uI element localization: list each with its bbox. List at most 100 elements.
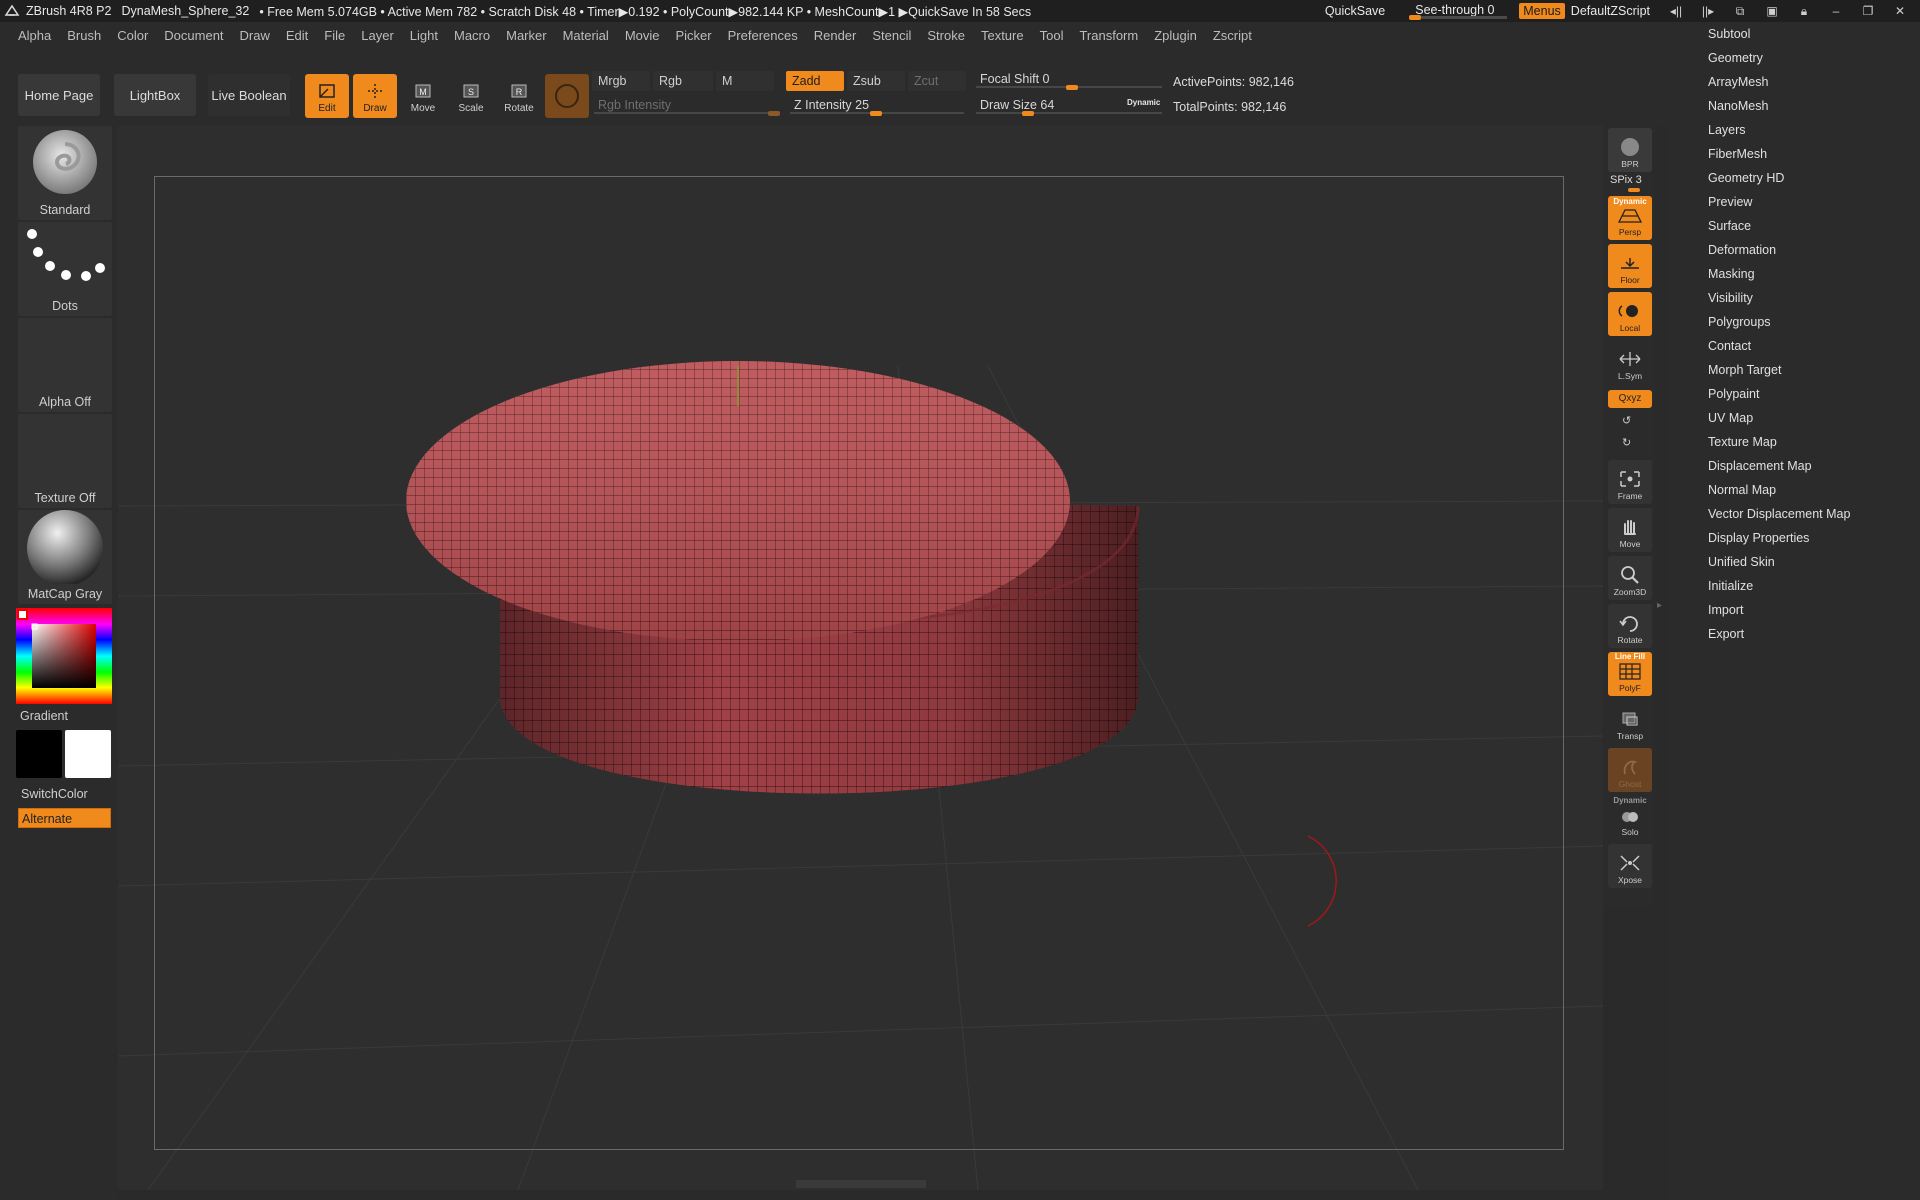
tray-unified-skin[interactable]: Unified Skin bbox=[1668, 550, 1920, 574]
tray-subtool[interactable]: Subtool bbox=[1668, 22, 1920, 46]
ui-layout-icon[interactable]: ▣ bbox=[1760, 3, 1784, 19]
menu-render[interactable]: Render bbox=[806, 28, 865, 43]
tray-geometry-hd[interactable]: Geometry HD bbox=[1668, 166, 1920, 190]
secondary-color-swatch[interactable] bbox=[65, 730, 111, 778]
tray-surface[interactable]: Surface bbox=[1668, 214, 1920, 238]
tray-export[interactable]: Export bbox=[1668, 622, 1920, 646]
persp-button[interactable]: Dynamic Persp bbox=[1608, 196, 1652, 240]
tray-contact[interactable]: Contact bbox=[1668, 334, 1920, 358]
quicksave-button[interactable]: QuickSave bbox=[1325, 4, 1385, 18]
texture-selector[interactable]: Texture Off bbox=[18, 414, 112, 508]
lightbox-button[interactable]: LightBox bbox=[114, 74, 196, 116]
layout-icon[interactable]: ⧉ bbox=[1728, 3, 1752, 19]
spix-knob[interactable] bbox=[1628, 188, 1640, 192]
lock-icon[interactable]: 🔒︎ bbox=[1792, 3, 1816, 19]
menu-light[interactable]: Light bbox=[402, 28, 446, 43]
document-canvas[interactable] bbox=[118, 126, 1603, 1190]
tray-initialize[interactable]: Initialize bbox=[1668, 574, 1920, 598]
move-mode-button[interactable]: M Move bbox=[401, 74, 445, 118]
tray-geometry[interactable]: Geometry bbox=[1668, 46, 1920, 70]
bottom-shelf-handle[interactable] bbox=[796, 1180, 926, 1188]
tray-nanomesh[interactable]: NanoMesh bbox=[1668, 94, 1920, 118]
home-page-button[interactable]: Home Page bbox=[18, 74, 100, 116]
close-icon[interactable]: ✕ bbox=[1888, 3, 1912, 19]
shrink-tray-icon[interactable]: ◂|| bbox=[1664, 3, 1688, 19]
rotate-z-icon[interactable]: ↻ bbox=[1622, 436, 1631, 449]
transp-button[interactable]: Transp bbox=[1608, 700, 1652, 744]
menu-marker[interactable]: Marker bbox=[498, 28, 554, 43]
local-button[interactable]: Local bbox=[1608, 292, 1652, 336]
default-zscript-button[interactable]: DefaultZScript bbox=[1571, 4, 1650, 18]
zsub-button[interactable]: Zsub bbox=[847, 71, 905, 91]
rotate-view-button[interactable]: Rotate bbox=[1608, 604, 1652, 648]
z-intensity-slider[interactable]: Z Intensity 25 bbox=[788, 96, 966, 116]
tray-display-properties[interactable]: Display Properties bbox=[1668, 526, 1920, 550]
menu-tool[interactable]: Tool bbox=[1032, 28, 1072, 43]
expand-tray-icon[interactable]: ||▸ bbox=[1696, 3, 1720, 19]
menu-stroke[interactable]: Stroke bbox=[919, 28, 973, 43]
floor-button[interactable]: Floor bbox=[1608, 244, 1652, 288]
menu-file[interactable]: File bbox=[316, 28, 353, 43]
tray-deformation[interactable]: Deformation bbox=[1668, 238, 1920, 262]
menu-macro[interactable]: Macro bbox=[446, 28, 498, 43]
menu-stencil[interactable]: Stencil bbox=[864, 28, 919, 43]
menu-document[interactable]: Document bbox=[156, 28, 231, 43]
xyz-button[interactable]: Qxyz bbox=[1608, 390, 1652, 408]
m-button[interactable]: M bbox=[716, 71, 774, 91]
restore-icon[interactable]: ❐ bbox=[1856, 3, 1880, 19]
menu-movie[interactable]: Movie bbox=[617, 28, 668, 43]
ghost-button[interactable]: Ghost bbox=[1608, 748, 1652, 792]
menu-draw[interactable]: Draw bbox=[232, 28, 278, 43]
rotate-mode-button[interactable]: R Rotate bbox=[497, 74, 541, 118]
rotate-y-icon[interactable]: ↺ bbox=[1622, 414, 1631, 427]
switch-color-button[interactable]: SwitchColor bbox=[18, 784, 111, 804]
tray-normal-map[interactable]: Normal Map bbox=[1668, 478, 1920, 502]
lsym-button[interactable]: L.Sym bbox=[1608, 340, 1652, 384]
draw-mode-button[interactable]: Draw bbox=[353, 74, 397, 118]
zoom3d-button[interactable]: Zoom3D bbox=[1608, 556, 1652, 600]
zadd-button[interactable]: Zadd bbox=[786, 71, 844, 91]
tray-arraymesh[interactable]: ArrayMesh bbox=[1668, 70, 1920, 94]
menu-edit[interactable]: Edit bbox=[278, 28, 316, 43]
stroke-selector[interactable]: Dots bbox=[18, 222, 112, 316]
menu-alpha[interactable]: Alpha bbox=[10, 28, 59, 43]
tray-import[interactable]: Import bbox=[1668, 598, 1920, 622]
tray-masking[interactable]: Masking bbox=[1668, 262, 1920, 286]
tray-fibermesh[interactable]: FiberMesh bbox=[1668, 142, 1920, 166]
alpha-selector[interactable]: Alpha Off bbox=[18, 318, 112, 412]
focal-shift-slider[interactable]: Focal Shift 0 bbox=[974, 70, 1164, 90]
menu-preferences[interactable]: Preferences bbox=[720, 28, 806, 43]
tray-collapse-handle[interactable]: ▸ bbox=[1657, 600, 1665, 660]
menu-zplugin[interactable]: Zplugin bbox=[1146, 28, 1205, 43]
tray-morph-target[interactable]: Morph Target bbox=[1668, 358, 1920, 382]
see-through-slider[interactable]: See-through 0 bbox=[1407, 2, 1509, 20]
tray-layers[interactable]: Layers bbox=[1668, 118, 1920, 142]
scale-mode-button[interactable]: S Scale bbox=[449, 74, 493, 118]
brush-selector[interactable]: Standard bbox=[18, 126, 112, 220]
tray-texture-map[interactable]: Texture Map bbox=[1668, 430, 1920, 454]
tray-uv-map[interactable]: UV Map bbox=[1668, 406, 1920, 430]
tray-polygroups[interactable]: Polygroups bbox=[1668, 310, 1920, 334]
alternate-button[interactable]: Alternate bbox=[18, 808, 111, 828]
see-through-knob[interactable] bbox=[1409, 15, 1422, 20]
tray-preview[interactable]: Preview bbox=[1668, 190, 1920, 214]
dynamic-draw-size-toggle[interactable]: Dynamic bbox=[1127, 98, 1160, 107]
menu-transform[interactable]: Transform bbox=[1071, 28, 1146, 43]
minimize-icon[interactable]: – bbox=[1824, 3, 1848, 19]
rgb-intensity-slider[interactable]: Rgb Intensity bbox=[592, 96, 782, 116]
tray-displacement-map[interactable]: Displacement Map bbox=[1668, 454, 1920, 478]
gradient-label[interactable]: Gradient bbox=[20, 709, 68, 723]
main-color-swatch[interactable] bbox=[16, 730, 62, 778]
rgb-button[interactable]: Rgb bbox=[653, 71, 713, 91]
menu-material[interactable]: Material bbox=[555, 28, 617, 43]
frame-button[interactable]: Frame bbox=[1608, 460, 1652, 504]
menu-zscript[interactable]: Zscript bbox=[1205, 28, 1260, 43]
material-swatch-button[interactable] bbox=[545, 74, 589, 118]
live-boolean-button[interactable]: Live Boolean bbox=[208, 74, 290, 116]
polyf-button[interactable]: Line Fill PolyF bbox=[1608, 652, 1652, 696]
menus-toggle-button[interactable]: Menus bbox=[1519, 3, 1565, 19]
mrgb-button[interactable]: Mrgb bbox=[592, 71, 650, 91]
menu-color[interactable]: Color bbox=[109, 28, 156, 43]
material-selector[interactable]: MatCap Gray bbox=[18, 510, 112, 604]
tray-visibility[interactable]: Visibility bbox=[1668, 286, 1920, 310]
